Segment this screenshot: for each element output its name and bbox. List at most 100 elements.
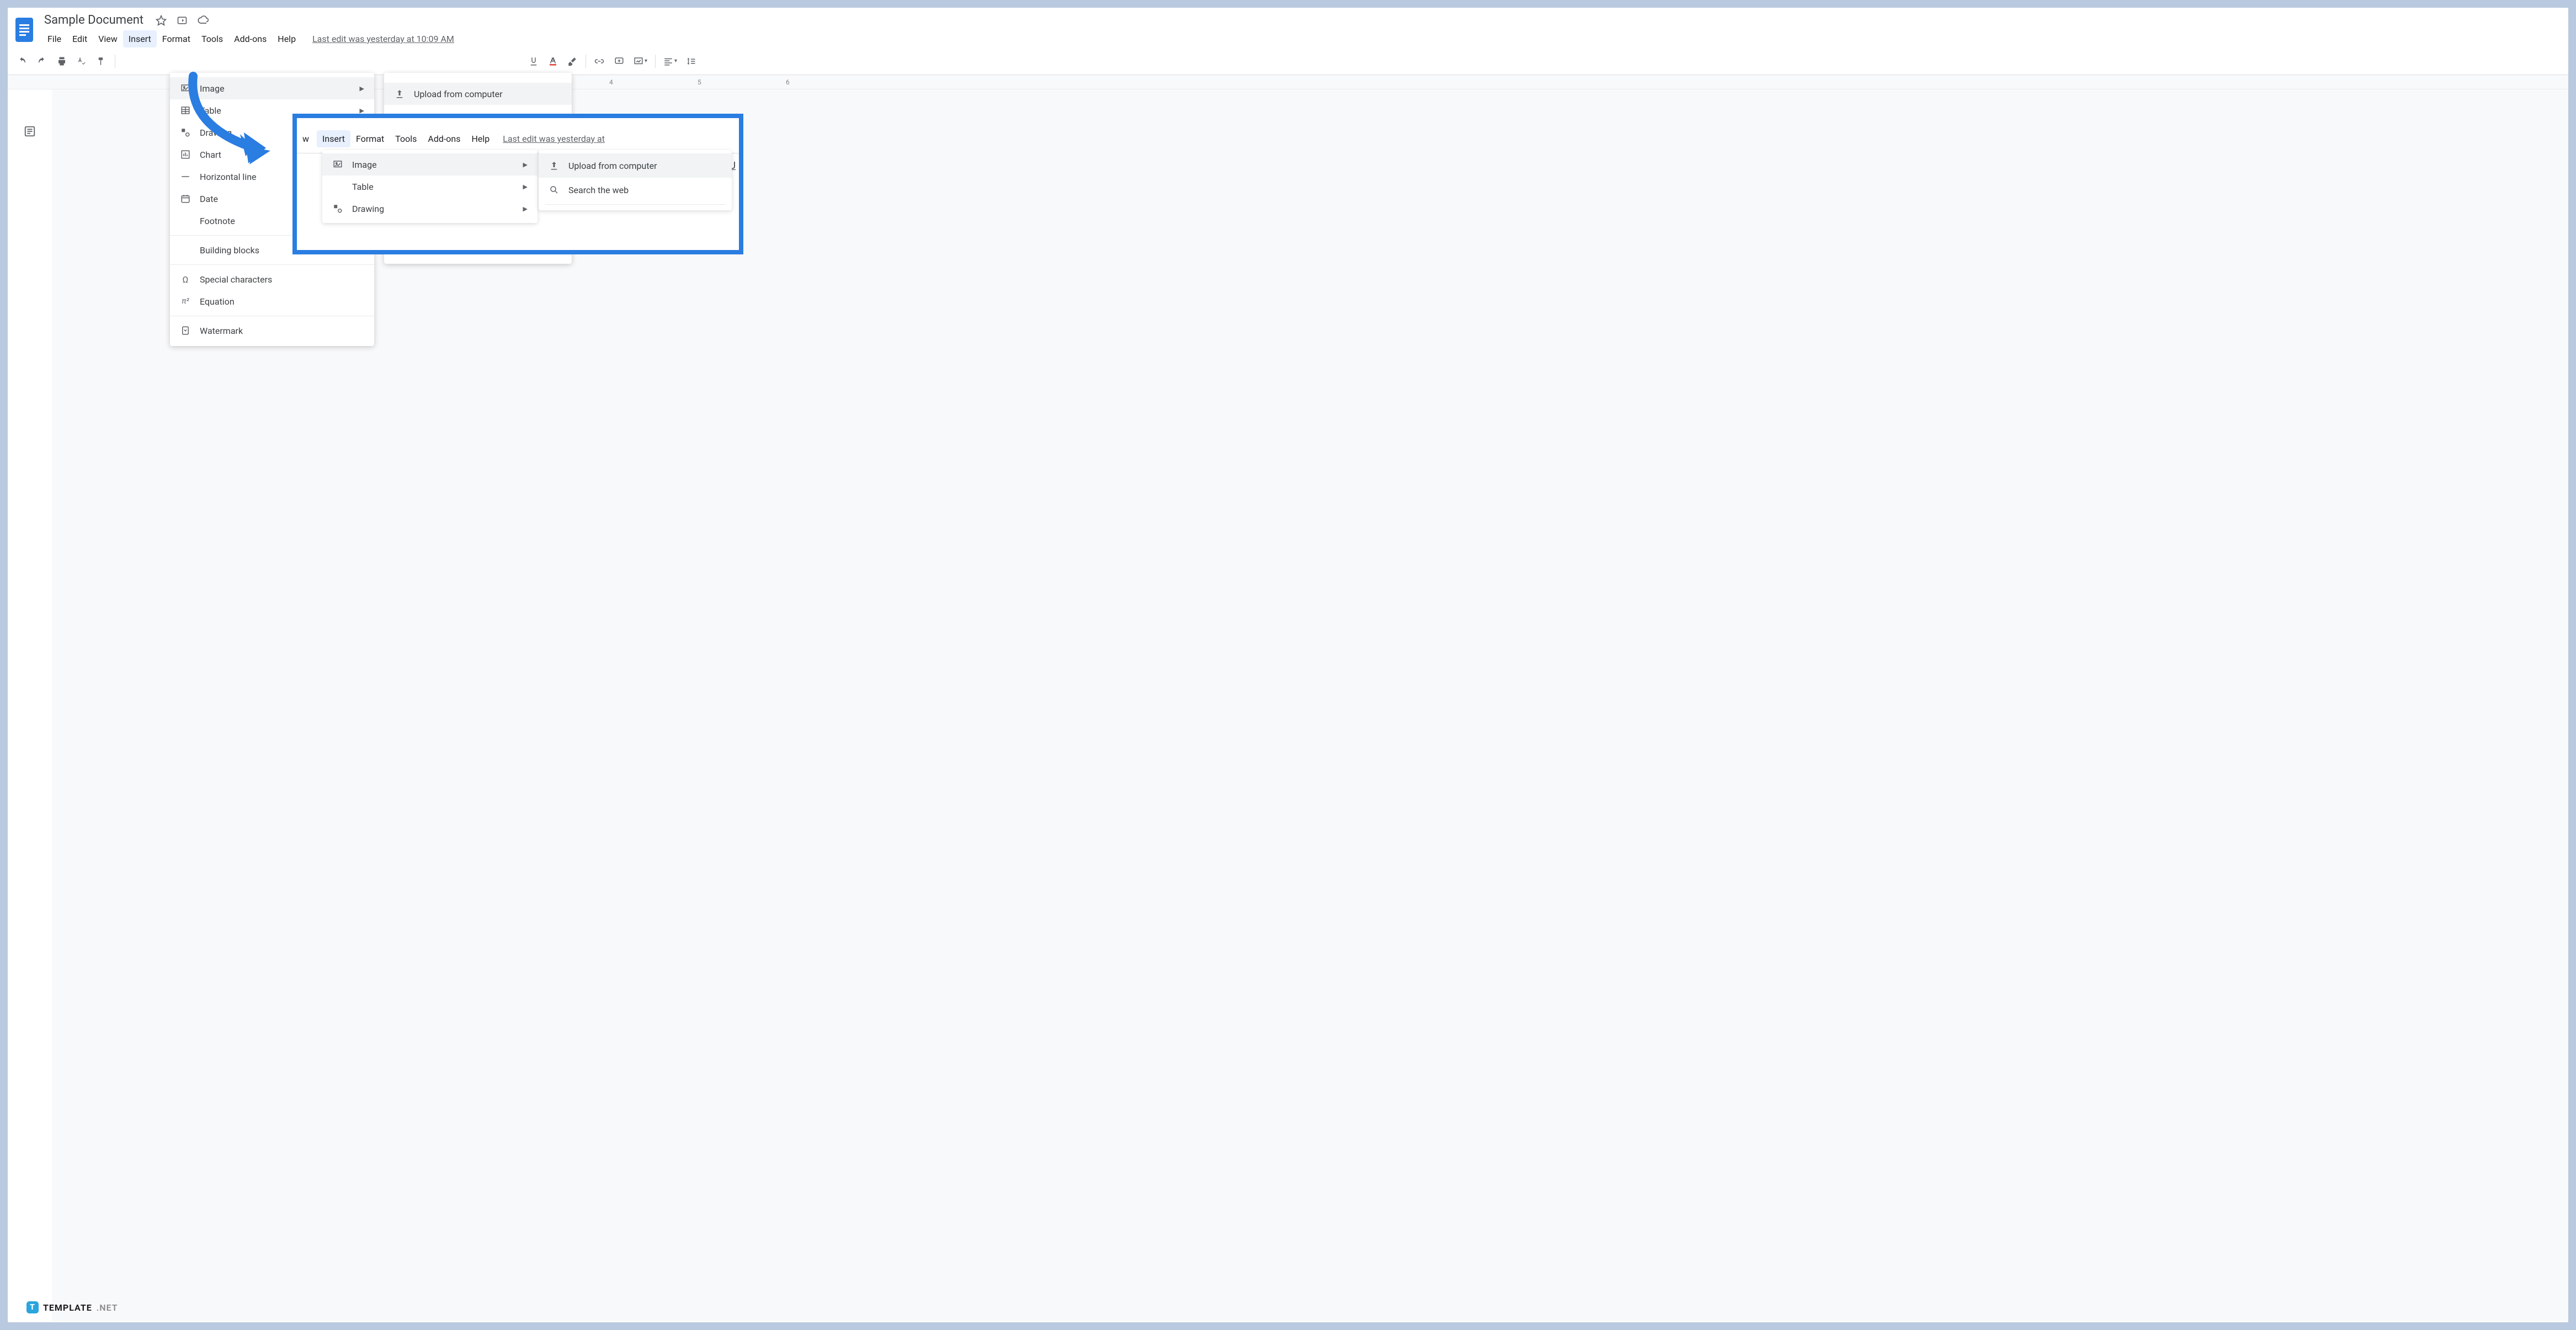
paint-format-button[interactable]: [93, 52, 110, 70]
upload-icon: [549, 160, 560, 171]
omega-icon: Ω: [180, 274, 191, 285]
insert-watermark-item[interactable]: Watermark: [170, 320, 374, 342]
menu-label: Table: [200, 105, 221, 116]
menu-edit[interactable]: Edit: [67, 30, 93, 47]
callout-insert-dropdown: Image ▶ Table ▶ Drawing ▶: [322, 150, 537, 223]
app-window: Sample Document File Edit View Insert Fo…: [8, 8, 2568, 1322]
callout-search-web-item[interactable]: Search the web: [539, 178, 732, 202]
callout-menubar: w Insert Format Tools Add-ons Help Last …: [297, 127, 739, 153]
align-button[interactable]: ▾: [660, 52, 680, 70]
menu-label: Upload from computer: [414, 89, 503, 99]
image-icon: [180, 83, 191, 94]
underline-button[interactable]: [525, 52, 542, 70]
cloud-icon[interactable]: [198, 15, 210, 26]
outline-toggle-icon[interactable]: [21, 123, 39, 140]
menu-label: Watermark: [200, 326, 243, 336]
callout-menu-insert[interactable]: Insert: [317, 130, 350, 147]
menu-label: Upload from computer: [568, 161, 657, 171]
blank-icon: [180, 215, 191, 226]
callout-menu-help[interactable]: Help: [466, 130, 496, 147]
docs-logo-icon[interactable]: [12, 14, 36, 46]
horizontal-line-icon: [180, 171, 191, 182]
redo-button[interactable]: [33, 52, 51, 70]
date-icon: [180, 193, 191, 204]
pi-icon: π²: [180, 296, 191, 307]
menu-label: Image: [200, 83, 225, 94]
move-icon[interactable]: [177, 15, 188, 26]
menu-divider: [170, 264, 374, 265]
callout-upload-item[interactable]: Upload from computer: [539, 153, 732, 178]
menu-label: Image: [352, 159, 377, 170]
callout-menu-tools[interactable]: Tools: [390, 130, 422, 147]
left-sidebar: [8, 89, 52, 1321]
comment-button[interactable]: [610, 52, 628, 70]
menu-label: Footnote: [200, 216, 235, 226]
submenu-arrow-icon: ▶: [523, 205, 528, 212]
insert-equation-item[interactable]: π² Equation: [170, 290, 374, 312]
menu-label: Table: [352, 182, 374, 192]
menu-view[interactable]: View: [93, 30, 123, 47]
insert-image-item[interactable]: Image ▶: [170, 77, 374, 99]
menu-addons[interactable]: Add-ons: [228, 30, 272, 47]
link-button[interactable]: [590, 52, 608, 70]
editor-body: [8, 89, 2568, 1321]
document-canvas[interactable]: [52, 89, 2568, 1321]
callout-menu-addons[interactable]: Add-ons: [422, 130, 466, 147]
print-button[interactable]: [53, 52, 71, 70]
watermark-suffix: .NET: [97, 1302, 118, 1313]
watermark-icon: [180, 325, 191, 336]
callout-image-item[interactable]: Image ▶: [322, 153, 537, 175]
template-logo-icon: T: [26, 1301, 39, 1313]
insert-special-chars-item[interactable]: Ω Special characters: [170, 268, 374, 290]
title-bar: Sample Document File Edit View Insert Fo…: [8, 8, 2568, 47]
text-color-button[interactable]: [545, 52, 561, 70]
drawing-icon: [180, 127, 191, 138]
blank-icon: [332, 181, 343, 192]
drawing-icon: [332, 203, 343, 214]
spellcheck-button[interactable]: [73, 52, 91, 70]
menu-insert[interactable]: Insert: [123, 30, 157, 47]
star-icon[interactable]: [156, 15, 167, 26]
line-spacing-button[interactable]: [683, 52, 699, 70]
ruler-mark: 4: [609, 78, 613, 86]
insert-image-button[interactable]: ▾: [630, 52, 651, 70]
menu-fragment: w: [301, 130, 317, 147]
upload-from-computer-item[interactable]: Upload from computer: [384, 83, 572, 105]
chart-icon: [180, 149, 191, 160]
submenu-arrow-icon: ▶: [360, 107, 364, 114]
watermark-brand: TEMPLATE: [43, 1302, 92, 1313]
menu-label: Horizontal line: [200, 172, 257, 182]
menu-file[interactable]: File: [42, 30, 67, 47]
submenu-arrow-icon: ▶: [360, 85, 364, 92]
callout-inset: w Insert Format Tools Add-ons Help Last …: [292, 114, 743, 254]
callout-menu-format[interactable]: Format: [350, 130, 390, 147]
highlight-button[interactable]: [563, 52, 581, 70]
callout-image-submenu: Upload from computer Search the web: [539, 150, 732, 210]
document-title[interactable]: Sample Document: [42, 12, 146, 28]
toolbar: ▾ ▾: [8, 47, 2568, 75]
table-icon: [180, 105, 191, 116]
menu-tools[interactable]: Tools: [196, 30, 228, 47]
template-watermark: T TEMPLATE .NET: [26, 1301, 118, 1313]
menu-label: Equation: [200, 296, 235, 307]
ruler-mark: 5: [698, 78, 701, 86]
menu-label: Special characters: [200, 274, 272, 285]
callout-last-edit[interactable]: Last edit was yesterday at: [503, 134, 605, 144]
menu-divider: [545, 204, 725, 205]
upload-icon: [394, 88, 405, 99]
menu-label: Drawing: [200, 127, 232, 138]
menu-label: Search the web: [568, 185, 629, 195]
menu-bar: File Edit View Insert Format Tools Add-o…: [42, 28, 454, 47]
toolbar-separator: [655, 55, 656, 68]
undo-button[interactable]: [13, 52, 31, 70]
menu-format[interactable]: Format: [157, 30, 196, 47]
image-icon: [332, 159, 343, 170]
submenu-arrow-icon: ▶: [523, 161, 528, 168]
menu-help[interactable]: Help: [272, 30, 301, 47]
search-icon: [549, 184, 560, 195]
last-edit-link[interactable]: Last edit was yesterday at 10:09 AM: [312, 34, 454, 44]
blank-icon: [180, 244, 191, 256]
callout-drawing-item[interactable]: Drawing ▶: [322, 198, 537, 220]
menu-label: Date: [200, 194, 218, 204]
callout-table-item[interactable]: Table ▶: [322, 175, 537, 198]
